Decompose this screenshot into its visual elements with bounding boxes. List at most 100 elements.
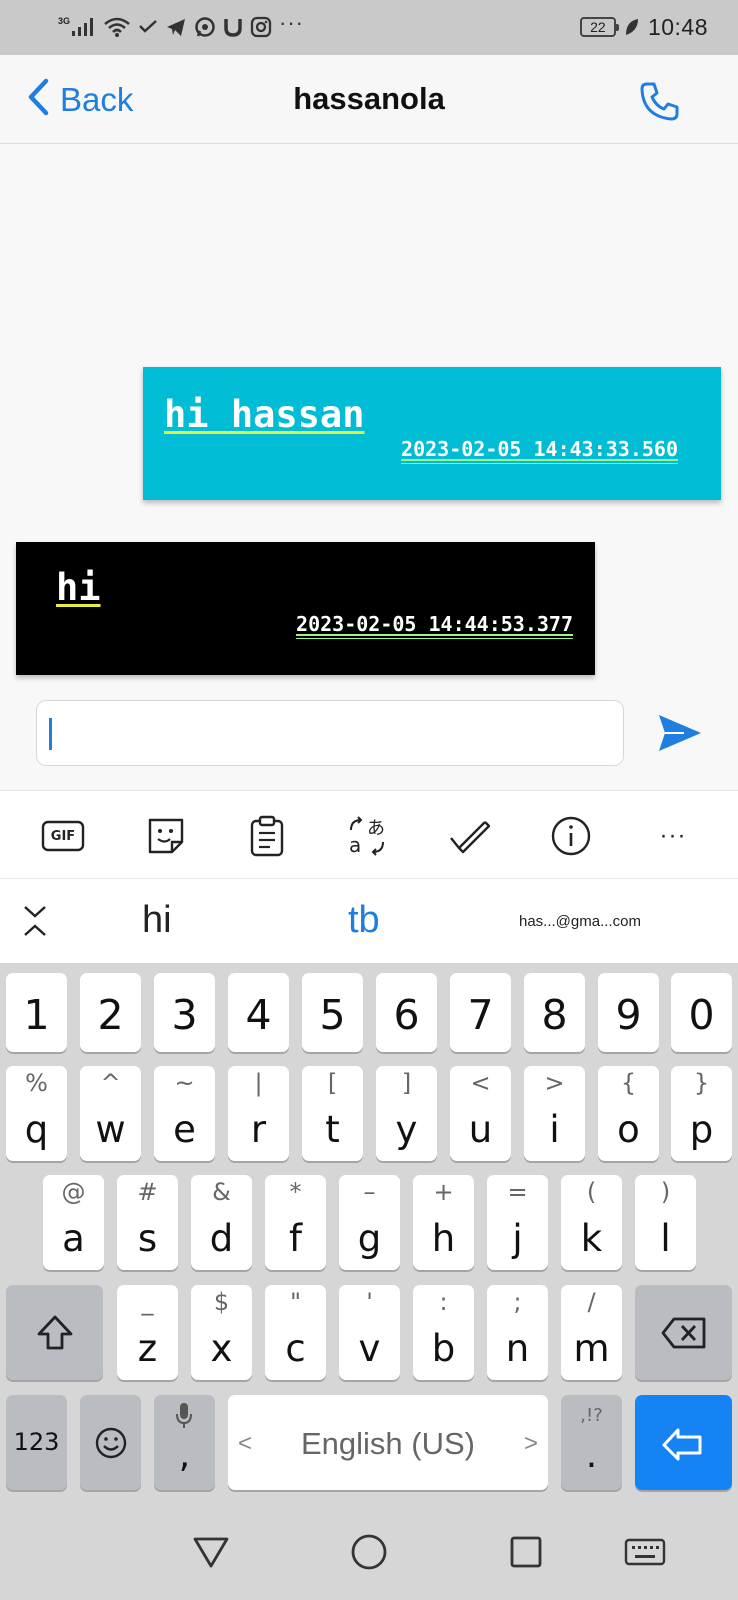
suggestion-bar: hi tb has...@gma...com	[0, 879, 738, 963]
key-o[interactable]: {o	[598, 1066, 659, 1161]
key-z[interactable]: _ z	[117, 1285, 178, 1380]
message-bubble-received[interactable]: hi 2023-02-05 14:44:53.377	[16, 542, 595, 675]
message-input[interactable]	[37, 701, 623, 765]
send-button[interactable]	[656, 712, 704, 754]
chat-header: Back hassanola	[0, 55, 738, 144]
key-s[interactable]: # s	[117, 1175, 178, 1270]
nav-home-button[interactable]	[347, 1530, 391, 1574]
key-q[interactable]: % q	[6, 1066, 67, 1161]
message-text: hi	[56, 566, 101, 609]
info-button[interactable]	[548, 813, 594, 859]
message-timestamp: 2023-02-05 14:43:33.560	[401, 437, 678, 464]
space-label: English (US)	[301, 1426, 475, 1461]
call-button[interactable]	[638, 79, 682, 123]
collapse-suggestions-button[interactable]	[20, 903, 50, 939]
enter-key[interactable]	[635, 1395, 732, 1490]
key-r[interactable]: | r	[228, 1066, 289, 1161]
translate-button[interactable]: aあ	[344, 813, 390, 859]
more-button[interactable]: ···	[650, 813, 696, 859]
send-icon	[659, 715, 701, 751]
keyboard: 1 2 3 4 5 6 7 8 9 0 % q ^ w ~ e | r [t ] y < u…	[0, 963, 738, 1500]
key-3[interactable]: 3	[154, 973, 215, 1052]
suggestion-2[interactable]: tb	[348, 899, 380, 942]
nav-recents-button[interactable]	[504, 1530, 548, 1574]
keyboard-icon	[624, 1538, 666, 1566]
key-9[interactable]: 9	[598, 973, 659, 1052]
status-icons-left: 3G ···	[58, 10, 304, 42]
keyboard-toolbar: GIF aあ ···	[0, 790, 738, 879]
comma-key[interactable]: ,	[154, 1395, 215, 1490]
suggestion-3[interactable]: has...@gma...com	[519, 913, 641, 930]
key-e[interactable]: ~ e	[154, 1066, 215, 1161]
svg-text:あ: あ	[367, 818, 385, 839]
more-notifications-indicator: ···	[279, 10, 304, 35]
key-u[interactable]: < u	[450, 1066, 511, 1161]
key-k[interactable]: (k	[561, 1175, 622, 1270]
wifi-icon	[103, 16, 131, 38]
nav-keyboard-button[interactable]	[620, 1530, 670, 1574]
clipboard-button[interactable]	[244, 813, 290, 859]
key-v[interactable]: ' v	[339, 1285, 400, 1380]
shift-key[interactable]	[6, 1285, 103, 1380]
key-y[interactable]: ] y	[376, 1066, 437, 1161]
key-g[interactable]: – g	[339, 1175, 400, 1270]
key-m[interactable]: / m	[561, 1285, 622, 1380]
collapse-icon	[24, 906, 46, 936]
key-6[interactable]: 6	[376, 973, 437, 1052]
sticker-icon	[148, 818, 184, 854]
handwriting-button[interactable]	[446, 813, 492, 859]
key-a[interactable]: @ a	[43, 1175, 104, 1270]
translate-icon: aあ	[349, 816, 385, 857]
circle-home-icon	[351, 1534, 387, 1570]
key-i[interactable]: > i	[524, 1066, 585, 1161]
key-l[interactable]: ) l	[635, 1175, 696, 1270]
svg-text:a: a	[349, 833, 361, 857]
suggestion-1[interactable]: hi	[142, 899, 172, 942]
key-n[interactable]: ; n	[487, 1285, 548, 1380]
info-icon	[551, 816, 591, 856]
key-t[interactable]: [t	[302, 1066, 363, 1161]
triangle-back-icon	[193, 1537, 229, 1568]
handwriting-icon	[450, 821, 491, 854]
period-key[interactable]: ,!? .	[561, 1395, 622, 1490]
key-w[interactable]: ^ w	[80, 1066, 141, 1161]
enter-icon	[662, 1428, 701, 1460]
key-x[interactable]: $ x	[191, 1285, 252, 1380]
signal-icon: 3G	[58, 16, 96, 38]
backspace-icon	[661, 1317, 705, 1348]
key-f[interactable]: * f	[265, 1175, 326, 1270]
numbers-key[interactable]: 123	[6, 1395, 67, 1490]
page-title: hassanola	[293, 81, 445, 116]
key-c[interactable]: " c	[265, 1285, 326, 1380]
sticker-button[interactable]	[143, 813, 189, 859]
key-j[interactable]: = j	[487, 1175, 548, 1270]
key-1[interactable]: 1	[6, 973, 67, 1052]
backspace-key[interactable]	[635, 1285, 732, 1380]
nav-back-button[interactable]	[189, 1530, 233, 1574]
instagram-icon	[250, 16, 272, 38]
key-b[interactable]: :b	[413, 1285, 474, 1380]
key-8[interactable]: 8	[524, 973, 585, 1052]
phone-icon	[640, 82, 679, 121]
gif-button[interactable]: GIF	[40, 813, 86, 859]
u-icon	[223, 16, 243, 38]
key-h[interactable]: + h	[413, 1175, 474, 1270]
key-5[interactable]: 5	[302, 973, 363, 1052]
status-icons-right: 22 10:48	[579, 12, 708, 42]
key-7[interactable]: 7	[450, 973, 511, 1052]
key-2[interactable]: 2	[80, 973, 141, 1052]
battery-icon: 22	[579, 17, 619, 37]
space-key[interactable]: < English (US) >	[228, 1395, 548, 1490]
leaf-icon	[624, 17, 640, 37]
key-0[interactable]: 0	[671, 973, 732, 1052]
microphone-icon	[176, 1403, 192, 1428]
key-p[interactable]: } p	[671, 1066, 732, 1161]
emoji-key[interactable]	[80, 1395, 141, 1490]
message-input-container[interactable]	[36, 700, 624, 766]
message-bubble-sent[interactable]: hi hassan 2023-02-05 14:43:33.560	[143, 367, 721, 500]
key-d[interactable]: & d	[191, 1175, 252, 1270]
message-list[interactable]: hi hassan 2023-02-05 14:43:33.560 hi 202…	[0, 145, 738, 790]
message-text: hi hassan	[164, 393, 365, 436]
key-4[interactable]: 4	[228, 973, 289, 1052]
clipboard-icon	[250, 815, 284, 857]
